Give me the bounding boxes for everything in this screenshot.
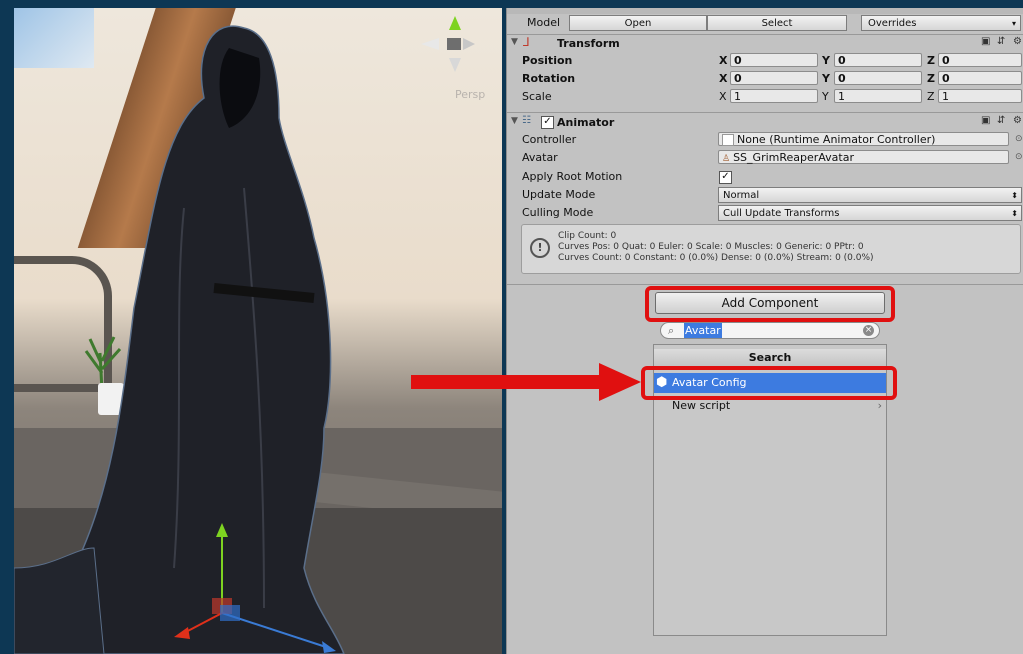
avatar-label: Avatar (522, 151, 558, 164)
foldout-arrow-icon[interactable]: ▼ (511, 116, 518, 126)
persp-label[interactable]: Persp (455, 88, 485, 101)
animator-icon: ☷ (522, 115, 531, 126)
scale-z-field[interactable]: 1 (938, 89, 1022, 103)
preset-icon[interactable]: ⇵ (997, 36, 1005, 47)
x-axis-label: X (719, 72, 728, 85)
component-search-input[interactable]: ⌕ Avatar × (660, 322, 880, 339)
avatar-asset-icon: ♙ (722, 154, 731, 164)
avatar-field[interactable]: ♙ SS_GrimReaperAvatar (718, 150, 1009, 164)
x-axis-label: X (719, 90, 727, 103)
object-picker-icon[interactable]: ⊙ (1015, 152, 1023, 162)
highlight-avatar-config (641, 366, 897, 400)
help-icon[interactable]: ▣ (981, 36, 990, 47)
clear-search-icon[interactable]: × (863, 325, 874, 336)
scale-row: Scale X 1 Y 1 Z 1 (507, 88, 1023, 106)
search-header: Search (654, 349, 886, 367)
position-y-field[interactable]: 0 (834, 53, 922, 67)
overrides-label: Overrides (868, 18, 917, 29)
model-label: Model (527, 16, 561, 29)
apply-root-motion-checkbox[interactable]: ✓ (719, 171, 732, 184)
apply-root-motion-row: Apply Root Motion ✓ (507, 168, 1023, 186)
scale-y-field[interactable]: 1 (834, 89, 922, 103)
transform-icon: ⅃ (523, 35, 530, 49)
info-icon: ! (530, 238, 550, 258)
controller-label: Controller (522, 133, 577, 146)
search-value: Avatar (684, 323, 722, 338)
gear-icon[interactable]: ⚙ (1013, 36, 1022, 47)
inspector-panel: Model Open Select Overrides ▾ ▼ ⅃ Transf… (506, 8, 1023, 654)
gear-icon[interactable]: ⚙ (1013, 115, 1022, 126)
dropdown-arrow-icon: ⬍ (1011, 209, 1018, 218)
component-separator (507, 284, 1023, 285)
avatar-row: Avatar ♙ SS_GrimReaperAvatar ⊙ (507, 149, 1023, 167)
y-axis-label: Y (822, 72, 830, 85)
position-z-field[interactable]: 0 (938, 53, 1022, 67)
animator-enabled-checkbox[interactable]: ✓ (541, 116, 554, 129)
dropdown-arrow-icon: ▾ (1011, 19, 1016, 28)
position-x-field[interactable]: 0 (730, 53, 818, 67)
z-axis-label: Z (927, 90, 935, 103)
scene-view[interactable]: Persp (14, 8, 502, 654)
clip-count-text: Clip Count: 0 (558, 231, 617, 241)
highlight-add-component (645, 286, 895, 322)
apply-root-motion-label: Apply Root Motion (522, 170, 623, 183)
y-axis-label: Y (822, 54, 830, 67)
overrides-dropdown[interactable]: Overrides ▾ (861, 15, 1021, 31)
rotation-label: Rotation (522, 72, 576, 85)
y-axis-label: Y (822, 90, 829, 103)
controller-asset-icon (722, 134, 734, 146)
help-icon[interactable]: ▣ (981, 115, 990, 126)
open-button[interactable]: Open (569, 15, 707, 31)
controller-value: None (Runtime Animator Controller) (737, 133, 936, 146)
foldout-arrow-icon[interactable]: ▼ (511, 37, 518, 47)
dropdown-arrow-icon: ⬍ (1011, 191, 1018, 200)
animator-title: Animator (557, 116, 615, 129)
culling-mode-value: Cull Update Transforms (723, 208, 840, 219)
rotation-x-field[interactable]: 0 (730, 71, 818, 85)
screenshot-frame: Persp Model Open Select Overrides ▾ ▼ ⅃ … (0, 0, 1023, 654)
culling-mode-row: Culling Mode Cull Update Transforms ⬍ (507, 204, 1023, 222)
update-mode-dropdown[interactable]: Normal ⬍ (718, 187, 1022, 203)
model-row: Model Open Select Overrides ▾ (507, 14, 1023, 32)
animator-header[interactable]: ▼ ☷ ✓ Animator ▣ ⇵ ⚙ (507, 112, 1023, 130)
position-row: Position X 0 Y 0 Z 0 (507, 52, 1023, 70)
controller-field[interactable]: None (Runtime Animator Controller) (718, 132, 1009, 146)
culling-mode-dropdown[interactable]: Cull Update Transforms ⬍ (718, 205, 1022, 221)
scene-orientation-gizmo[interactable] (419, 16, 489, 76)
select-button[interactable]: Select (707, 15, 847, 31)
avatar-value: SS_GrimReaperAvatar (733, 151, 854, 164)
curves-pos-text: Curves Pos: 0 Quat: 0 Euler: 0 Scale: 0 … (558, 242, 864, 252)
search-icon: ⌕ (668, 324, 675, 337)
culling-mode-label: Culling Mode (522, 206, 594, 219)
position-label: Position (522, 54, 573, 67)
z-axis-label: Z (927, 72, 935, 85)
controller-row: Controller None (Runtime Animator Contro… (507, 131, 1023, 149)
rotation-row: Rotation X 0 Y 0 Z 0 (507, 70, 1023, 88)
preset-icon[interactable]: ⇵ (997, 115, 1005, 126)
rotation-y-field[interactable]: 0 (834, 71, 922, 85)
update-mode-row: Update Mode Normal ⬍ (507, 186, 1023, 204)
update-mode-value: Normal (723, 190, 760, 201)
object-picker-icon[interactable]: ⊙ (1015, 134, 1023, 144)
red-arrow-pointer (411, 363, 641, 401)
scale-x-field[interactable]: 1 (730, 89, 818, 103)
animator-info-box: ! Clip Count: 0 Curves Pos: 0 Quat: 0 Eu… (521, 224, 1021, 274)
update-mode-label: Update Mode (522, 188, 596, 201)
transform-title: Transform (557, 37, 620, 50)
x-axis-label: X (719, 54, 728, 67)
rotation-z-field[interactable]: 0 (938, 71, 1022, 85)
curves-count-text: Curves Count: 0 Constant: 0 (0.0%) Dense… (558, 253, 874, 263)
transform-header[interactable]: ▼ ⅃ Transform ▣ ⇵ ⚙ (507, 34, 1023, 52)
z-axis-label: Z (927, 54, 935, 67)
move-tool-handle[interactable] (164, 523, 344, 653)
scale-label: Scale (522, 90, 552, 103)
